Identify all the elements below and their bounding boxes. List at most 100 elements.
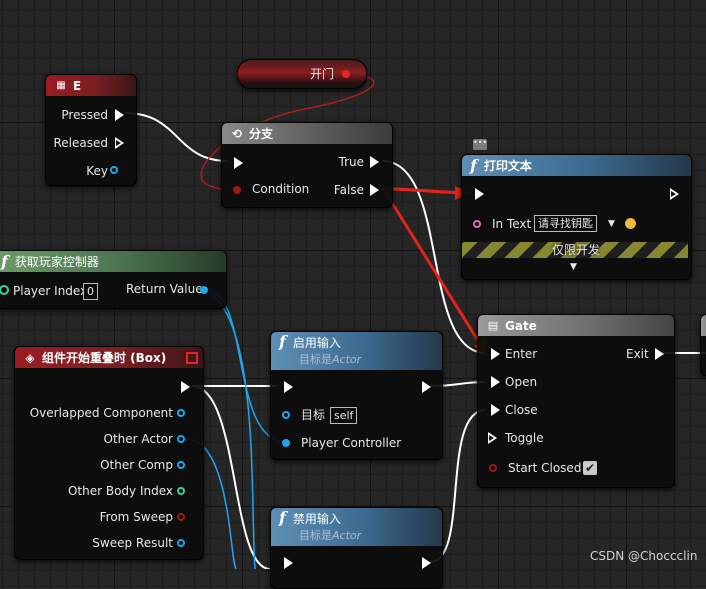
- gate-close-pin[interactable]: [491, 404, 500, 416]
- start-closed-label: Start Closed: [508, 461, 582, 475]
- enable-pc-pin[interactable]: [282, 439, 290, 447]
- enable-target-self-input[interactable]: self: [330, 407, 358, 424]
- true-label: True: [338, 155, 365, 169]
- return-value-pin[interactable]: [200, 286, 208, 294]
- enable-input-subtitle: 目标是Actor: [299, 353, 362, 366]
- print-exec-out-pin[interactable]: [670, 188, 679, 200]
- enable-input-node[interactable]: f 启用输入 目标是Actor 目标 self Player Controlle…: [270, 331, 443, 460]
- disable-input-node[interactable]: f 禁用输入 目标是Actor: [270, 507, 443, 589]
- branch-exec-in-pin[interactable]: [234, 157, 243, 169]
- keyboard-icon: ▦: [56, 80, 66, 91]
- gate-title: Gate: [505, 318, 537, 333]
- player-index-input[interactable]: 0: [83, 283, 98, 300]
- false-exec-pin[interactable]: [370, 184, 379, 196]
- get-pc-header: f 获取玩家控制器: [0, 251, 226, 272]
- branch-title: 分支: [249, 127, 274, 141]
- released-label: Released: [53, 136, 108, 150]
- enable-exec-out-pin[interactable]: [422, 381, 431, 393]
- function-icon: f: [470, 155, 477, 175]
- released-exec-pin[interactable]: [115, 137, 124, 149]
- gate-toggle-label: Toggle: [505, 431, 544, 445]
- player-index-label: Player Index: [13, 284, 88, 298]
- print-title: 打印文本: [483, 159, 532, 173]
- gate-enter-pin[interactable]: [491, 348, 500, 360]
- pressed-label: Pressed: [61, 108, 108, 122]
- key-label: Key: [86, 164, 108, 178]
- reroute-label: 开门: [310, 67, 335, 81]
- gate-enter-label: Enter: [505, 347, 538, 361]
- overlap-exec-out-pin[interactable]: [181, 381, 190, 393]
- gate-open-pin[interactable]: [491, 376, 500, 388]
- localization-icon[interactable]: [625, 218, 636, 229]
- enable-pc-label: Player Controller: [301, 436, 402, 450]
- text-options-dropdown-icon[interactable]: ▼: [608, 216, 615, 232]
- disable-input-subtitle: 目标是Actor: [299, 529, 362, 542]
- gate-header: ▤ Gate: [478, 315, 674, 336]
- in-text-pin[interactable]: [473, 220, 481, 228]
- reroute-bool-pin[interactable]: [342, 70, 350, 78]
- wire-false-to-print: [381, 188, 471, 194]
- dev-only-label: 仅限开发: [552, 243, 601, 257]
- key-event-header: ▦ E: [46, 75, 136, 96]
- key-event-title: E: [73, 78, 82, 93]
- condition-label: Condition: [252, 182, 310, 196]
- true-exec-pin[interactable]: [370, 156, 379, 168]
- key-event-node[interactable]: ▦ E Pressed Released Key: [45, 74, 137, 186]
- enable-target-pin[interactable]: [282, 411, 290, 419]
- enable-exec-in-pin[interactable]: [284, 381, 293, 393]
- function-icon: f: [279, 508, 286, 527]
- overlapped-component-label: Overlapped Component: [29, 406, 173, 420]
- return-value-label: Return Value: [126, 282, 203, 296]
- function-icon: f: [1, 251, 8, 271]
- pressed-exec-pin[interactable]: [115, 109, 124, 121]
- player-index-pin-icon[interactable]: [0, 285, 9, 295]
- gate-toggle-pin[interactable]: [488, 432, 497, 444]
- get-pc-title: 获取玩家控制器: [14, 255, 99, 269]
- delegate-pin-icon[interactable]: [186, 352, 198, 364]
- overlap-event-node[interactable]: ◈ 组件开始重叠时 (Box) Overlapped Component Oth…: [14, 346, 204, 560]
- get-player-controller-node[interactable]: f 获取玩家控制器 Player Index 0 Return Value: [0, 250, 227, 309]
- gate-exit-pin[interactable]: [655, 348, 664, 360]
- disable-exec-in-pin[interactable]: [284, 557, 293, 569]
- print-text-node[interactable]: f 打印文本 In Text 请寻找钥匙 ▼ 仅限开发 ▼: [461, 154, 692, 280]
- offscreen-node[interactable]: [700, 314, 706, 376]
- in-text-label: In Text: [492, 217, 532, 231]
- other-comp-pin[interactable]: [177, 461, 185, 469]
- enable-target-label: 目标: [301, 408, 326, 422]
- expand-chevron-icon[interactable]: ▼: [570, 259, 577, 275]
- other-actor-label: Other Actor: [103, 432, 173, 446]
- condition-bool-pin[interactable]: [233, 186, 241, 194]
- branch-header: ⟲ 分支: [222, 123, 392, 144]
- from-sweep-label: From Sweep: [99, 510, 173, 524]
- overlap-header: ◈ 组件开始重叠时 (Box): [15, 347, 203, 368]
- gate-icon: ▤: [487, 319, 499, 332]
- offscreen-node-header: [701, 315, 706, 336]
- print-header: f 打印文本: [462, 155, 691, 176]
- gate-exit-label: Exit: [626, 347, 649, 361]
- disable-exec-out-pin[interactable]: [422, 557, 431, 569]
- other-actor-pin[interactable]: [177, 435, 185, 443]
- print-exec-in-pin[interactable]: [475, 188, 484, 200]
- reroute-node[interactable]: 开门: [237, 59, 367, 89]
- comment-bubble-icon[interactable]: •••: [473, 139, 487, 150]
- other-body-index-pin[interactable]: [177, 487, 185, 495]
- watermark: CSDN @Choccclin: [590, 549, 698, 563]
- other-body-index-label: Other Body Index: [67, 484, 173, 498]
- key-struct-pin[interactable]: [110, 166, 118, 174]
- overlap-title: 组件开始重叠时 (Box): [42, 351, 167, 365]
- branch-icon: ⟲: [231, 126, 243, 141]
- branch-node[interactable]: ⟲ 分支 Condition True False: [221, 122, 393, 208]
- gate-node[interactable]: ▤ Gate Enter Open Close Toggle Start Clo…: [477, 314, 675, 488]
- sweep-result-label: Sweep Result: [92, 536, 173, 550]
- from-sweep-pin[interactable]: [177, 513, 185, 521]
- disable-input-title: 禁用输入: [292, 512, 341, 526]
- sweep-result-pin[interactable]: [177, 539, 185, 547]
- gate-open-label: Open: [505, 375, 538, 389]
- wire-pressed-to-branch: [124, 112, 229, 162]
- start-closed-bool-pin[interactable]: [489, 464, 497, 472]
- disable-input-header: f 禁用输入 目标是Actor: [271, 508, 442, 546]
- wire-pc-to-disable: [205, 289, 256, 569]
- in-text-input[interactable]: 请寻找钥匙: [534, 215, 597, 232]
- start-closed-checkbox[interactable]: ✔: [583, 461, 597, 475]
- overlapped-component-pin[interactable]: [177, 409, 185, 417]
